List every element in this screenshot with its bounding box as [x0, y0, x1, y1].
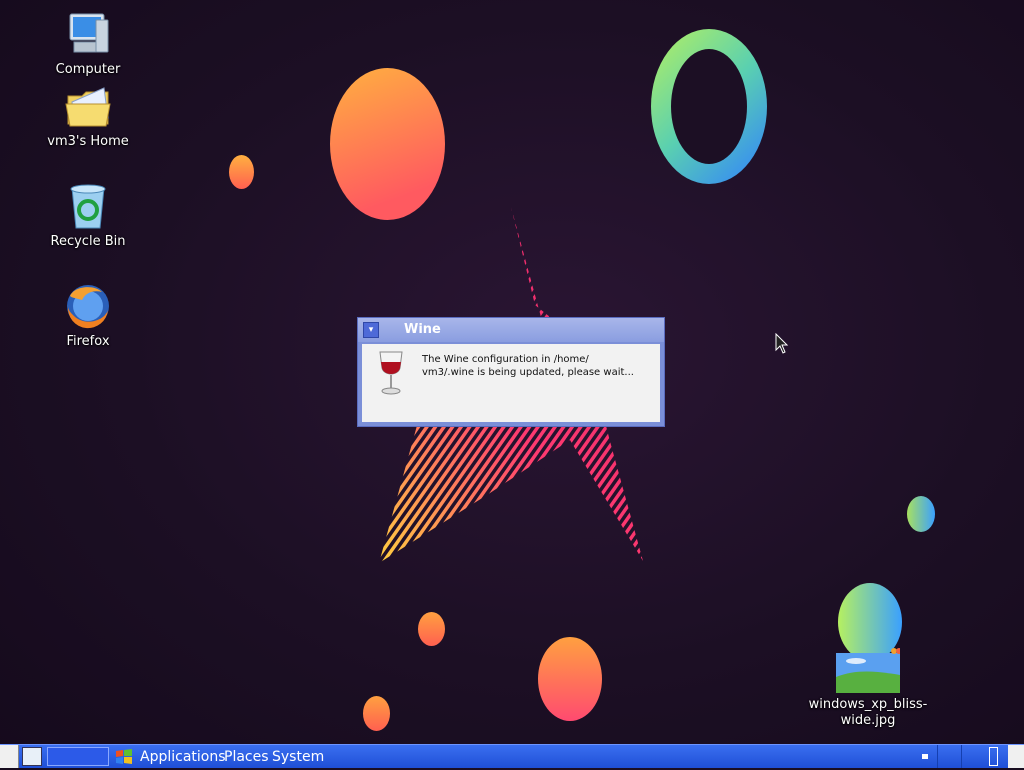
dialog-title: Wine — [404, 322, 441, 337]
launcher-icon[interactable] — [22, 747, 42, 766]
firefox-icon — [64, 282, 112, 330]
desktop-icon-bliss-image[interactable]: windows_xp_bliss- wide.jpg — [808, 647, 928, 729]
show-desktop-button[interactable] — [0, 745, 19, 768]
home-folder-icon — [64, 82, 112, 130]
wine-dialog: ▾ Wine The Wine configuration in /home/ … — [357, 317, 665, 427]
mouse-cursor-icon — [775, 333, 789, 354]
desktop-icon-firefox[interactable]: Firefox — [38, 282, 138, 350]
wine-glass-icon — [378, 350, 404, 396]
desktop-icon-recycle-bin[interactable]: Recycle Bin — [38, 182, 138, 250]
menu-system[interactable]: System — [272, 748, 324, 766]
image-file-icon — [836, 647, 902, 693]
wallpaper-ring — [651, 29, 767, 184]
desktop: Computer vm3's Home Recycle Bin Firefox … — [0, 0, 1024, 744]
workspace-switcher[interactable] — [47, 747, 109, 766]
workspace-2[interactable] — [961, 745, 986, 768]
workspace-1[interactable] — [937, 745, 962, 768]
tray-indicator-icon[interactable] — [922, 754, 928, 759]
wallpaper-small-dot — [229, 155, 254, 189]
trash-applet-icon[interactable] — [989, 747, 998, 766]
wallpaper-dot — [538, 637, 602, 721]
window-menu-button[interactable]: ▾ — [363, 322, 379, 338]
computer-icon — [64, 10, 112, 58]
taskbar: Applications Places System — [0, 744, 1024, 768]
dialog-message: The Wine configuration in /home/ vm3/.wi… — [422, 354, 634, 378]
dialog-titlebar[interactable]: ▾ Wine — [358, 318, 664, 342]
menu-places[interactable]: Places — [224, 748, 269, 766]
wallpaper-orange-oval — [330, 68, 445, 220]
menu-applications[interactable]: Applications — [140, 748, 226, 766]
icon-label: vm3's Home — [47, 134, 129, 149]
recycle-bin-icon — [64, 182, 112, 230]
wallpaper-teal-dot — [907, 496, 935, 532]
wallpaper-dot — [363, 696, 390, 731]
desktop-icon-computer[interactable]: Computer — [38, 10, 138, 78]
icon-label: Computer — [55, 62, 121, 77]
icon-label: Firefox — [66, 334, 110, 349]
desktop-icon-home[interactable]: vm3's Home — [38, 82, 138, 150]
icon-label: Recycle Bin — [50, 234, 126, 249]
dialog-body: The Wine configuration in /home/ vm3/.wi… — [362, 344, 660, 422]
chevron-down-icon: ▾ — [368, 325, 374, 335]
taskbar-end-button[interactable] — [1008, 745, 1024, 768]
icon-label: windows_xp_bliss- wide.jpg — [808, 697, 928, 728]
wallpaper-dot — [418, 612, 445, 646]
windows-flag-icon[interactable] — [114, 748, 134, 766]
